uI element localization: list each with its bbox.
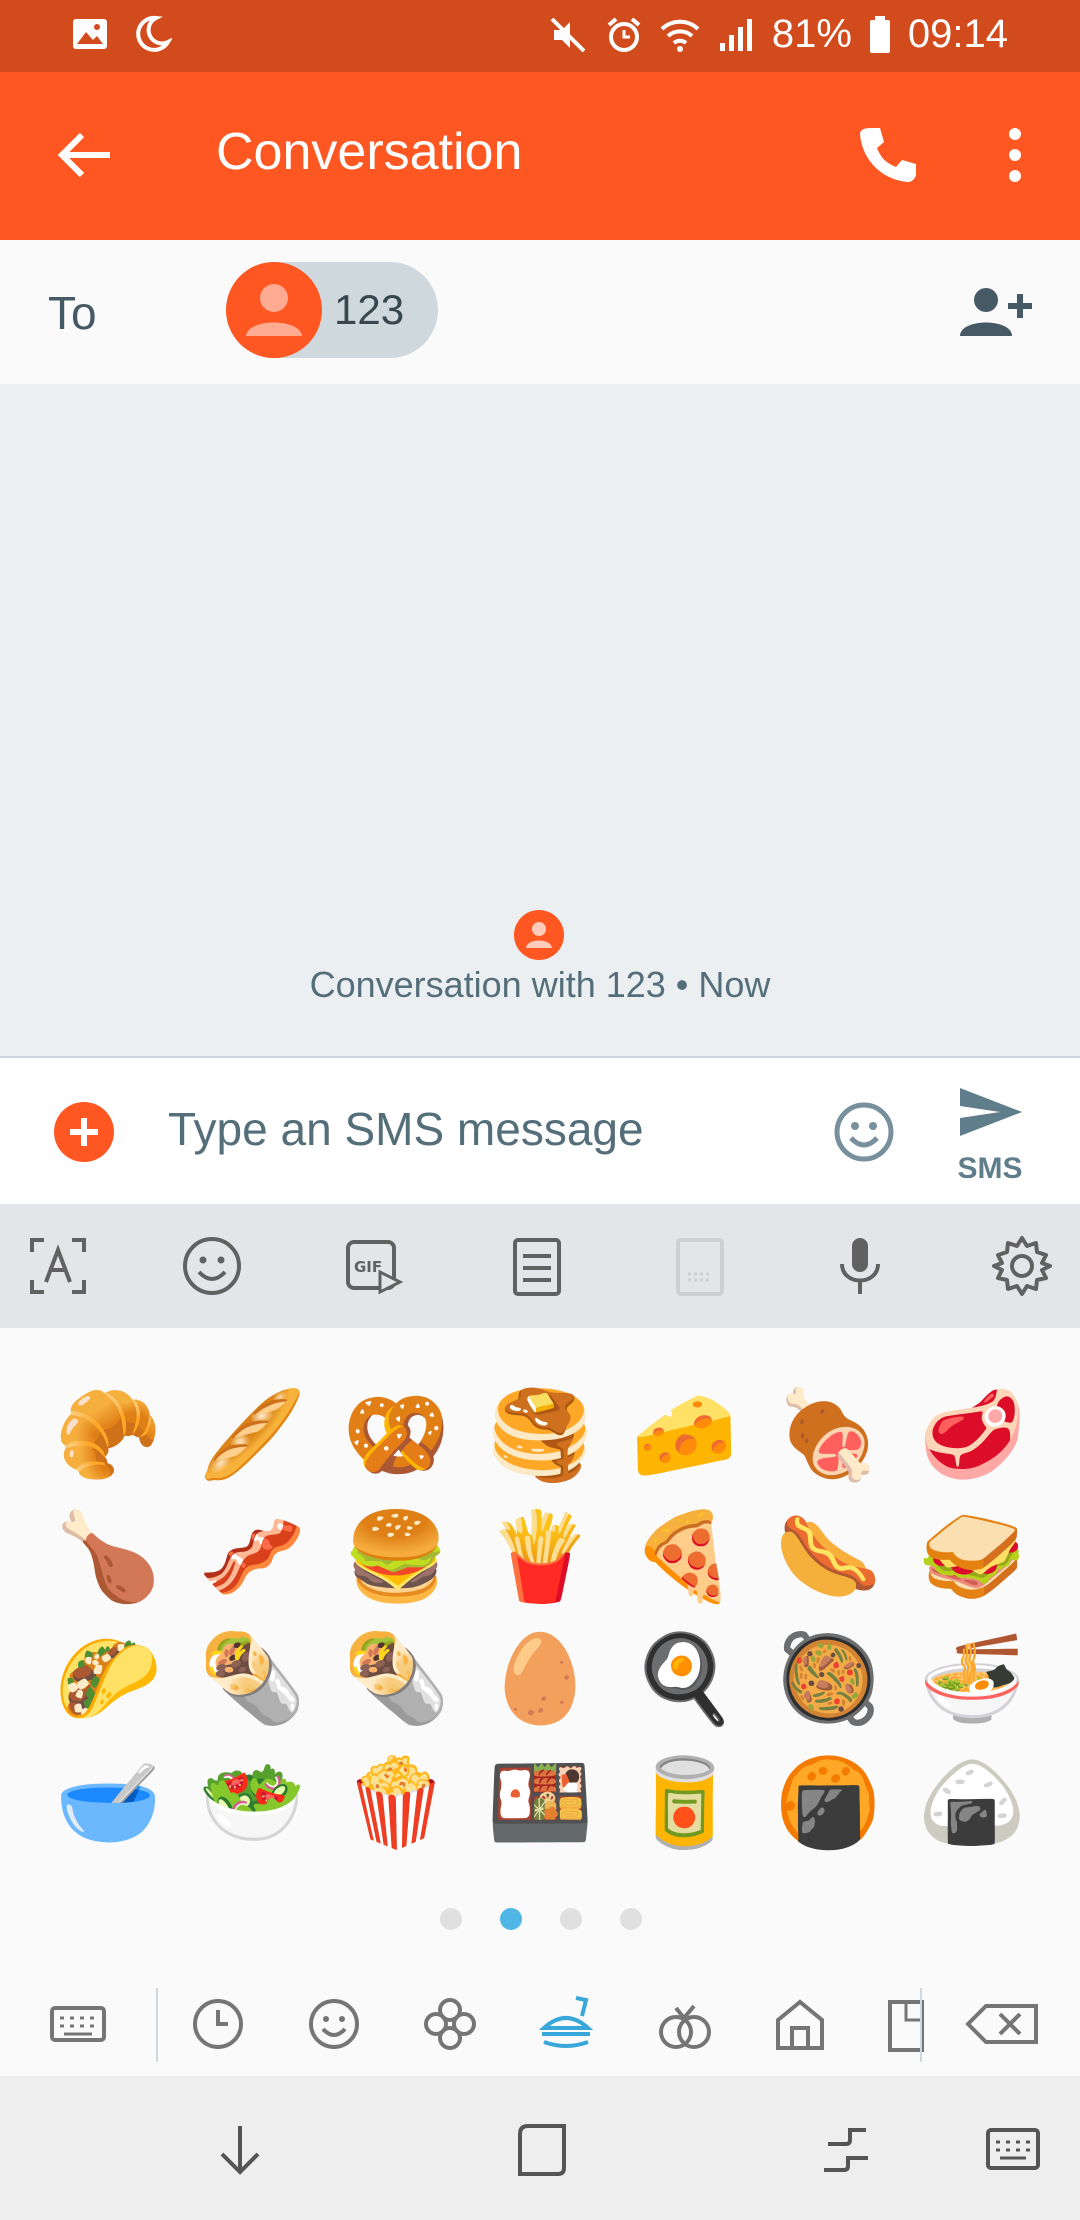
emoji-key[interactable]: 🍗 [48, 1502, 168, 1612]
backspace-icon[interactable] [964, 1994, 1042, 2054]
emoji-key[interactable]: 🥓 [192, 1502, 312, 1612]
emoji-key[interactable]: 🌯 [336, 1624, 456, 1734]
battery-icon [869, 15, 890, 53]
image-notification-icon [73, 19, 107, 49]
text-recognition-icon[interactable] [26, 1234, 90, 1298]
food-category-icon[interactable] [536, 1994, 596, 2054]
nature-clover-icon[interactable] [420, 1994, 480, 2054]
emoji-key[interactable]: 🥗 [192, 1748, 312, 1858]
conversation-area: Conversation with 123 • Now [0, 384, 1080, 1056]
wifi-icon [660, 19, 700, 52]
emoji-key[interactable]: 🍙 [912, 1748, 1032, 1858]
emoji-key[interactable]: 🌮 [48, 1624, 168, 1734]
person-icon [526, 922, 552, 948]
emoji-key[interactable]: 🌯 [192, 1624, 312, 1734]
emoji-keyboard-icon[interactable] [180, 1234, 244, 1298]
emoji-key[interactable]: 🥘 [768, 1624, 888, 1734]
keyboard-icon[interactable] [48, 1994, 108, 2054]
emoji-key[interactable]: 🍖 [768, 1380, 888, 1490]
emoji-key[interactable]: 🥨 [336, 1380, 456, 1490]
emoji-key[interactable]: 🍳 [624, 1624, 744, 1734]
svg-text:GIF: GIF [354, 1258, 382, 1276]
to-label: To [48, 287, 97, 339]
battery-percent: 81% [771, 12, 852, 56]
hide-keyboard-down-arrow-icon[interactable] [210, 2120, 270, 2180]
send-label: SMS [957, 1152, 1023, 1185]
places-building-icon[interactable] [770, 1994, 830, 2054]
person-icon [246, 284, 302, 336]
emoji-key[interactable]: 🍜 [912, 1624, 1032, 1734]
conversation-meta: Conversation with 123 • Now [309, 964, 771, 1005]
emoji-key[interactable]: 🥞 [480, 1380, 600, 1490]
emoji-key[interactable]: 🍘 [768, 1748, 888, 1858]
emoji-key[interactable]: 🥚 [480, 1624, 600, 1734]
alarm-icon [607, 16, 641, 52]
emoji-panel: 🥐 🥖 🥨 🥞 🧀 🍖 🥩 🍗 🥓 🍔 🍟 🍕 🌭 🥪 🌮 🌯 🌯 🥚 🍳 🥘 🍜 🥣 🥗 🍿 🍱 🥫 🍘 🍙 [0, 1328, 1080, 2076]
activity-category-icon[interactable] [654, 1994, 714, 2054]
page-dot [560, 1908, 582, 1930]
emoji-key[interactable]: 🥐 [48, 1380, 168, 1490]
app-bar: Conversation [0, 72, 1080, 240]
emoji-icon[interactable] [832, 1100, 896, 1164]
home-square-icon[interactable] [512, 2120, 572, 2180]
back-arrow-icon[interactable] [50, 120, 120, 190]
mute-icon [550, 17, 586, 52]
status-bar: 81% 09:14 [0, 0, 1080, 72]
emoji-key[interactable]: 🥖 [192, 1380, 312, 1490]
emoji-key[interactable]: 🧀 [624, 1380, 744, 1490]
emoji-key[interactable]: 🥣 [48, 1748, 168, 1858]
clipboard-icon[interactable] [505, 1234, 569, 1298]
objects-category-icon[interactable] [884, 1994, 924, 2054]
emoji-key[interactable]: 🌭 [768, 1502, 888, 1612]
emoji-key[interactable]: 🥪 [912, 1502, 1032, 1612]
navigation-bar [0, 2076, 1080, 2220]
page-dot [440, 1908, 462, 1930]
emoji-category-bar [0, 1978, 1080, 2076]
smileys-category-icon[interactable] [304, 1994, 364, 2054]
clock: 09:14 [907, 12, 1008, 56]
emoji-key[interactable]: 🥫 [624, 1748, 744, 1858]
gif-icon[interactable]: GIF [342, 1234, 406, 1298]
emoji-key[interactable]: 🍔 [336, 1502, 456, 1612]
emoji-key[interactable]: 🍿 [336, 1748, 456, 1858]
plus-icon [70, 1118, 98, 1146]
avatar [226, 262, 322, 358]
page-title: Conversation [216, 123, 523, 181]
keyboard-switch-icon[interactable] [982, 2120, 1046, 2180]
signal-icon [719, 18, 752, 51]
emoji-key[interactable]: 🍟 [480, 1502, 600, 1612]
page-dot [620, 1908, 642, 1930]
keyboard-toolbar: GIF [0, 1204, 1080, 1328]
recipient-chip-label: 123 [334, 286, 405, 333]
more-options-icon[interactable] [990, 120, 1040, 190]
compose-bar: Type an SMS message SMS [0, 1056, 1080, 1204]
phone-call-icon[interactable] [852, 120, 922, 190]
do-not-disturb-moon-icon [136, 15, 172, 52]
recipient-bar: To 123 [0, 240, 1080, 384]
emoji-key[interactable]: 🍕 [624, 1502, 744, 1612]
recipient-chip[interactable]: 123 [226, 262, 438, 358]
settings-gear-icon[interactable] [990, 1234, 1054, 1298]
page-dot [500, 1908, 522, 1930]
recent-apps-icon[interactable] [816, 2120, 876, 2180]
microphone-icon[interactable] [828, 1234, 892, 1298]
emoji-key[interactable]: 🥩 [912, 1380, 1032, 1490]
page-indicator [0, 1908, 1080, 1938]
attach-plus-button[interactable] [54, 1102, 114, 1162]
contact-avatar-small [514, 910, 564, 960]
add-person-icon[interactable] [956, 284, 1034, 340]
message-input[interactable]: Type an SMS message [168, 1102, 644, 1156]
recent-clock-icon[interactable] [188, 1994, 248, 2054]
emoji-key[interactable]: 🍱 [480, 1748, 600, 1858]
one-handed-keyboard-icon [676, 1238, 724, 1296]
